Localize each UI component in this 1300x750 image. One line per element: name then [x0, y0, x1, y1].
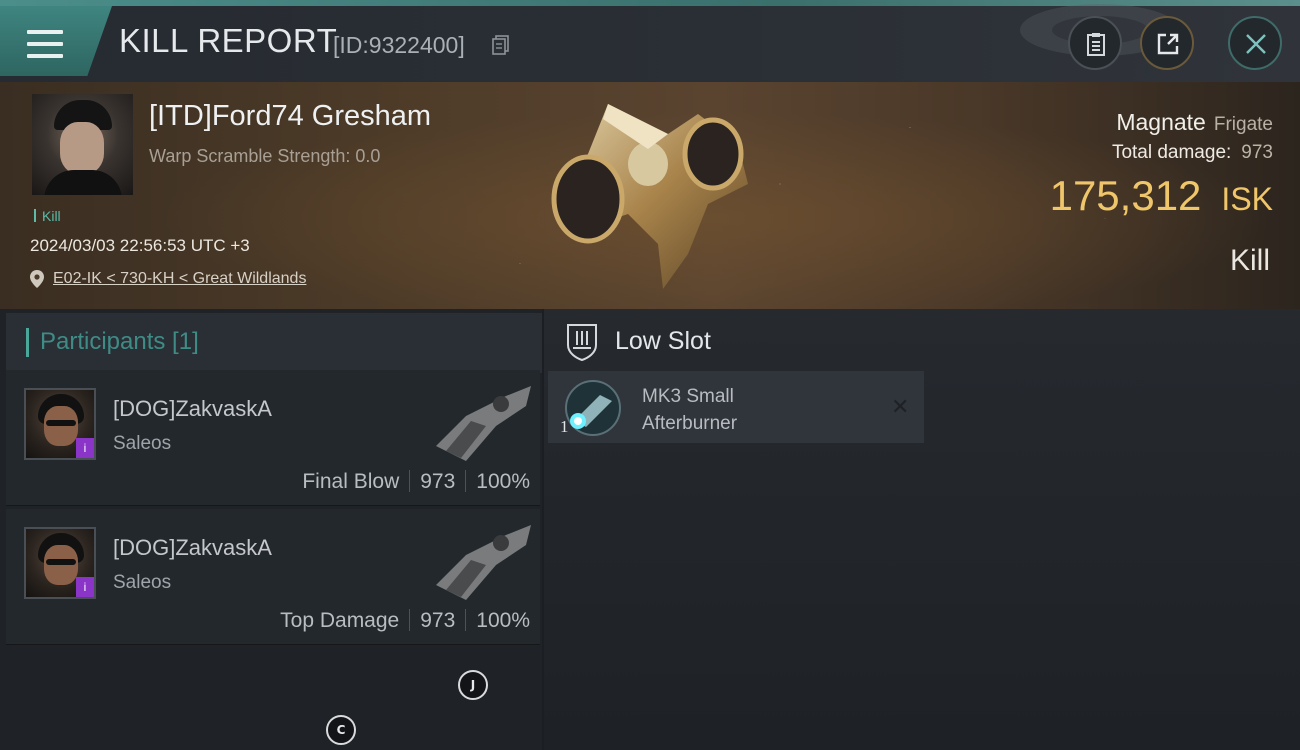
warp-scramble-strength: Warp Scramble Strength: 0.0: [149, 146, 381, 166]
total-damage: Total damage: 973: [1112, 142, 1273, 164]
participants-header: Participants [1]: [6, 313, 542, 373]
ship-name-text: Magnate: [1116, 109, 1206, 135]
participant-name: [DOG]ZakvaskA: [113, 535, 272, 560]
participant-badge: i: [76, 438, 94, 458]
victim-name: [ITD]Ford74 Gresham: [149, 100, 432, 132]
participant-name: [DOG]ZakvaskA: [113, 396, 272, 421]
total-damage-label: Total damage:: [1111, 142, 1232, 163]
participant-row[interactable]: i [DOG]ZakvaskA Saleos Final Blow 973 100%: [6, 370, 540, 506]
module-item[interactable]: 1 MK3 Small Afterburner ✕: [548, 371, 924, 443]
slot-section-title: Low Slot: [615, 327, 711, 355]
kill-summary-panel: [ITD]Ford74 Gresham Warp Scramble Streng…: [0, 82, 1300, 309]
afterburner-icon: [565, 380, 621, 436]
participant-stats: Final Blow 973 100%: [302, 470, 530, 494]
close-icon: [1246, 34, 1266, 54]
isk-unit: ISK: [1221, 181, 1273, 217]
close-button[interactable]: [1228, 16, 1282, 70]
participant-portrait[interactable]: i: [24, 527, 96, 599]
participant-stats: Top Damage 973 100%: [280, 609, 530, 633]
low-slot-icon: [567, 324, 597, 361]
participant-ship: Saleos: [113, 433, 172, 454]
clipboard-button[interactable]: [1068, 16, 1122, 70]
fitting-panel: Low Slot 1 MK3 Small Afterburner ✕: [544, 309, 1300, 750]
isk-amount: 175,312: [1049, 172, 1202, 219]
module-name-line1: MK3 Small: [642, 386, 734, 407]
participant-role: Final Blow: [302, 470, 400, 493]
page-title: KILL REPORT: [119, 22, 338, 59]
participant-portrait[interactable]: i: [24, 388, 96, 460]
participant-badge: i: [76, 577, 94, 597]
menu-icon: [27, 30, 63, 58]
victim-ship-image: [551, 104, 748, 289]
participant-damage: 973: [420, 609, 456, 632]
report-id: [ID:9322400]: [333, 32, 465, 58]
kill-datetime: 2024/03/03 22:56:53 UTC +3: [30, 236, 250, 255]
result-label: Kill: [1229, 244, 1270, 277]
top-bar: KILL REPORT [ID:9322400]: [0, 0, 1300, 82]
module-name: MK3 Small Afterburner: [642, 383, 842, 437]
participant-percent: 100%: [476, 609, 530, 632]
participant-ship-image: [436, 386, 531, 461]
participants-header-accent: [26, 328, 29, 357]
participant-ship: Saleos: [113, 572, 172, 593]
participant-row[interactable]: i [DOG]ZakvaskA Saleos Top Damage 973 100%: [6, 509, 540, 645]
pin-icon: [30, 270, 44, 288]
remove-module-icon[interactable]: ✕: [891, 395, 909, 420]
isk-value: 175,312 ISK: [1050, 172, 1273, 220]
participants-title: Participants [1]: [40, 328, 199, 355]
participant-damage: 973: [420, 470, 456, 493]
clipboard-icon: [1087, 33, 1105, 56]
victim-portrait[interactable]: [32, 94, 133, 195]
marker-c[interactable]: C: [326, 715, 356, 745]
ship-name: Magnate Frigate: [1116, 109, 1273, 136]
copy-icon[interactable]: [492, 35, 510, 55]
menu-button[interactable]: [0, 6, 112, 76]
kill-tag: Kill: [34, 208, 61, 224]
module-quantity: 1: [560, 417, 569, 436]
location-link[interactable]: E02-IK < 730-KH < Great Wildlands: [53, 270, 306, 288]
total-damage-value: 973: [1241, 142, 1273, 163]
participant-ship-image: [436, 525, 531, 600]
participant-percent: 100%: [476, 470, 530, 493]
share-icon: [1157, 33, 1179, 55]
marker-j[interactable]: J: [458, 670, 488, 700]
share-button[interactable]: [1140, 16, 1194, 70]
participants-panel: Participants [1] i [DOG]ZakvaskA Saleos …: [0, 309, 542, 750]
module-name-line2: Afterburner: [642, 413, 738, 434]
participant-role: Top Damage: [280, 609, 400, 632]
ship-class: Frigate: [1213, 114, 1273, 135]
